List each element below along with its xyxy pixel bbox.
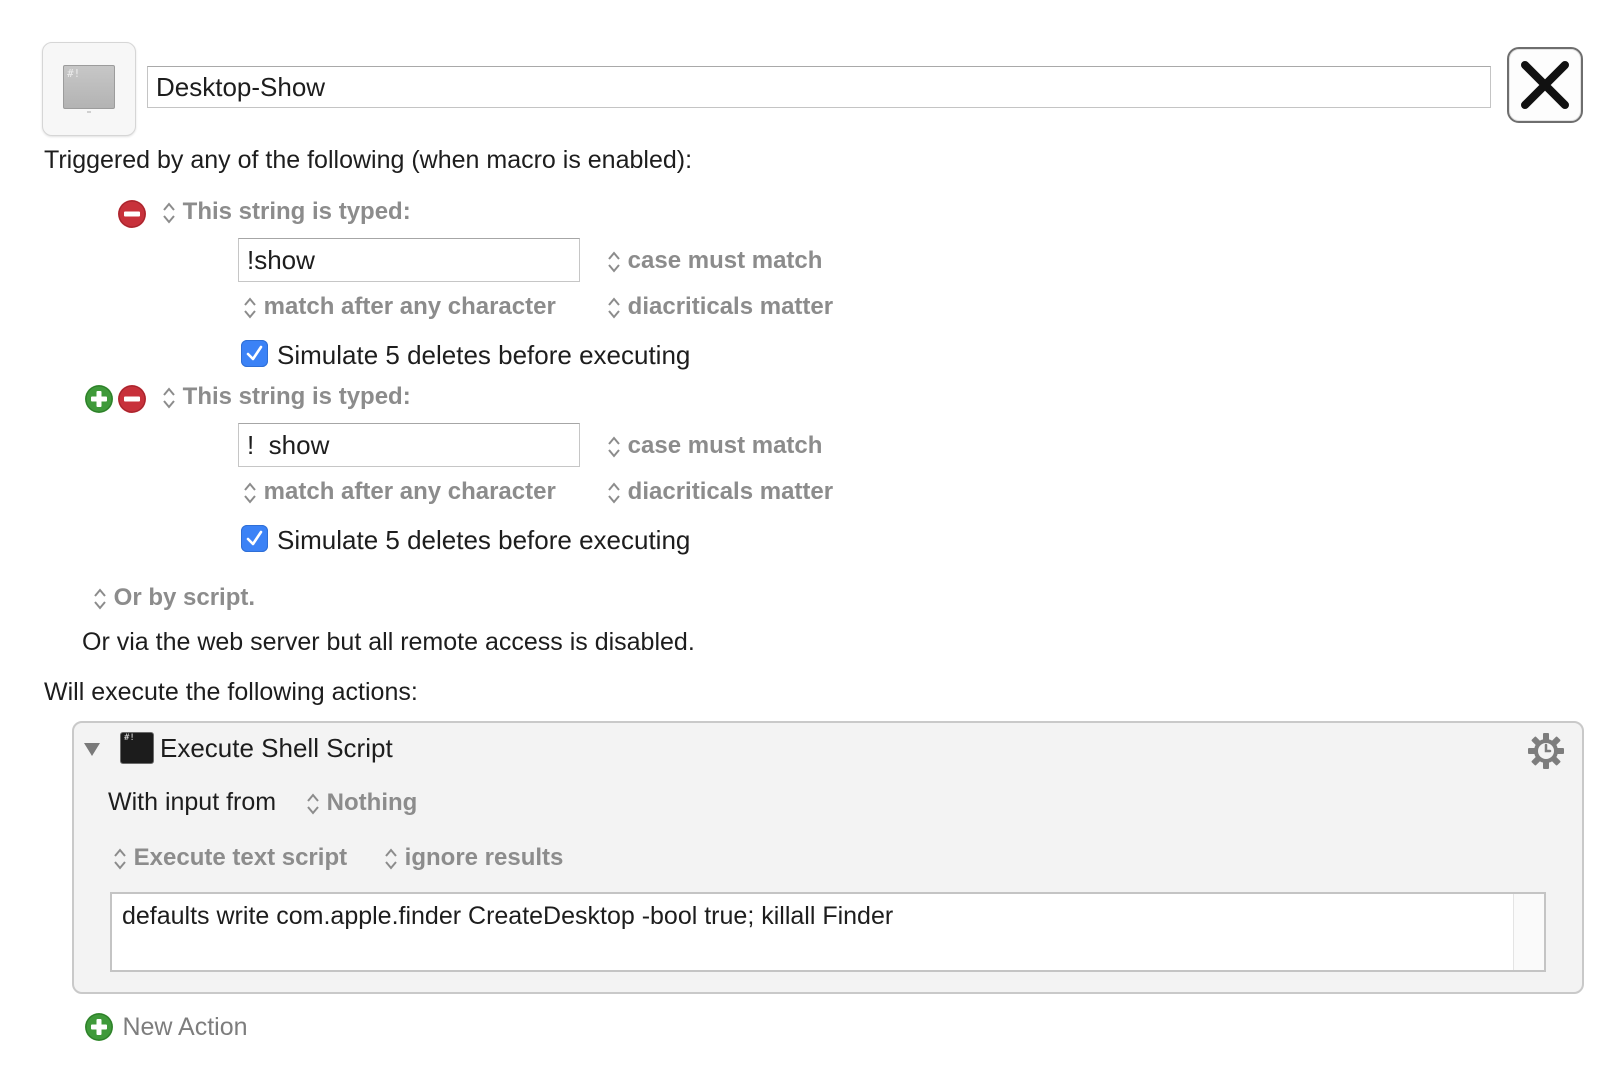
results-popup[interactable]: ignore results — [384, 844, 563, 872]
trigger-1-simulate-checkbox[interactable] — [241, 340, 268, 367]
trigger-1-type-label: This string is typed: — [182, 198, 411, 225]
stepper-icon — [244, 482, 256, 504]
icon-glyph: #! — [67, 67, 81, 80]
trigger-1-diacritics-popup[interactable]: diacriticals matter — [607, 293, 833, 321]
trigger-1-simulate-label: Simulate 5 deletes before executing — [277, 340, 691, 370]
new-action-label: New Action — [122, 1012, 248, 1041]
trigger-2-case-popup[interactable]: case must match — [607, 432, 822, 460]
script-text-area[interactable]: defaults write com.apple.finder CreateDe… — [110, 892, 1546, 972]
stepper-icon — [244, 297, 256, 319]
stepper-icon — [608, 482, 620, 504]
input-from-value: Nothing — [326, 789, 418, 816]
remove-trigger-1-icon[interactable] — [117, 199, 147, 229]
stepper-icon — [307, 793, 319, 815]
script-text: defaults write com.apple.finder CreateDe… — [122, 902, 894, 930]
close-button[interactable] — [1507, 47, 1583, 123]
gear-icon[interactable] — [1526, 731, 1566, 771]
trigger-2-simulate-label: Simulate 5 deletes before executing — [277, 525, 691, 555]
shell-script-icon: #! — [63, 65, 115, 113]
stepper-icon — [608, 297, 620, 319]
trigger-1-case-label: case must match — [627, 247, 823, 274]
trigger-2-type-label: This string is typed: — [182, 383, 411, 410]
results-label: ignore results — [404, 844, 564, 871]
trigger-2-diacritics-label: diacriticals matter — [627, 478, 834, 505]
actions-heading: Will execute the following actions: — [44, 678, 418, 706]
script-trigger-label: Or by script. — [113, 584, 256, 611]
trigger-2-type-popup[interactable]: This string is typed: — [162, 383, 411, 411]
disclosure-triangle-icon[interactable] — [82, 740, 102, 758]
close-x-icon — [1521, 61, 1569, 109]
add-action-icon — [85, 1013, 113, 1041]
checkmark-icon — [246, 530, 263, 546]
terminal-icon-glyph: #! — [124, 733, 135, 743]
stepper-icon — [94, 588, 106, 610]
new-action-button[interactable]: New Action — [84, 1012, 248, 1042]
trigger-1-case-popup[interactable]: case must match — [607, 247, 822, 275]
stepper-icon — [385, 848, 397, 870]
stepper-icon — [114, 848, 126, 870]
trigger-2-diacritics-popup[interactable]: diacriticals matter — [607, 478, 833, 506]
script-scrollbar[interactable] — [1513, 894, 1544, 970]
macro-name-field[interactable] — [147, 66, 1491, 108]
web-server-note: Or via the web server but all remote acc… — [82, 628, 695, 656]
macro-icon[interactable]: #! — [42, 42, 136, 136]
trigger-2-simulate-checkbox[interactable] — [241, 525, 268, 552]
trigger-2-match-label: match after any character — [263, 478, 556, 505]
trigger-1-match-popup[interactable]: match after any character — [243, 293, 556, 321]
remove-trigger-2-icon[interactable] — [117, 384, 147, 414]
trigger-1-string-field[interactable] — [238, 238, 580, 282]
script-type-label: Execute text script — [133, 844, 348, 871]
action-title: Execute Shell Script — [160, 733, 393, 763]
stepper-icon — [163, 202, 175, 224]
trigger-1-type-popup[interactable]: This string is typed: — [162, 198, 411, 226]
triggers-heading: Triggered by any of the following (when … — [44, 146, 693, 174]
stepper-icon — [608, 251, 620, 273]
trigger-1-match-label: match after any character — [263, 293, 556, 320]
input-from-popup[interactable]: Nothing — [306, 789, 417, 817]
trigger-2-match-popup[interactable]: match after any character — [243, 478, 556, 506]
input-from-label: With input from — [108, 788, 277, 816]
trigger-2-string-field[interactable] — [238, 423, 580, 467]
stepper-icon — [163, 387, 175, 409]
script-trigger-popup[interactable]: Or by script. — [93, 584, 255, 612]
trigger-1-diacritics-label: diacriticals matter — [627, 293, 834, 320]
add-trigger-icon[interactable] — [84, 384, 114, 414]
stepper-icon — [608, 436, 620, 458]
checkmark-icon — [246, 345, 263, 361]
trigger-2-case-label: case must match — [627, 432, 823, 459]
script-type-popup[interactable]: Execute text script — [113, 844, 347, 872]
terminal-icon: #! — [121, 733, 153, 763]
